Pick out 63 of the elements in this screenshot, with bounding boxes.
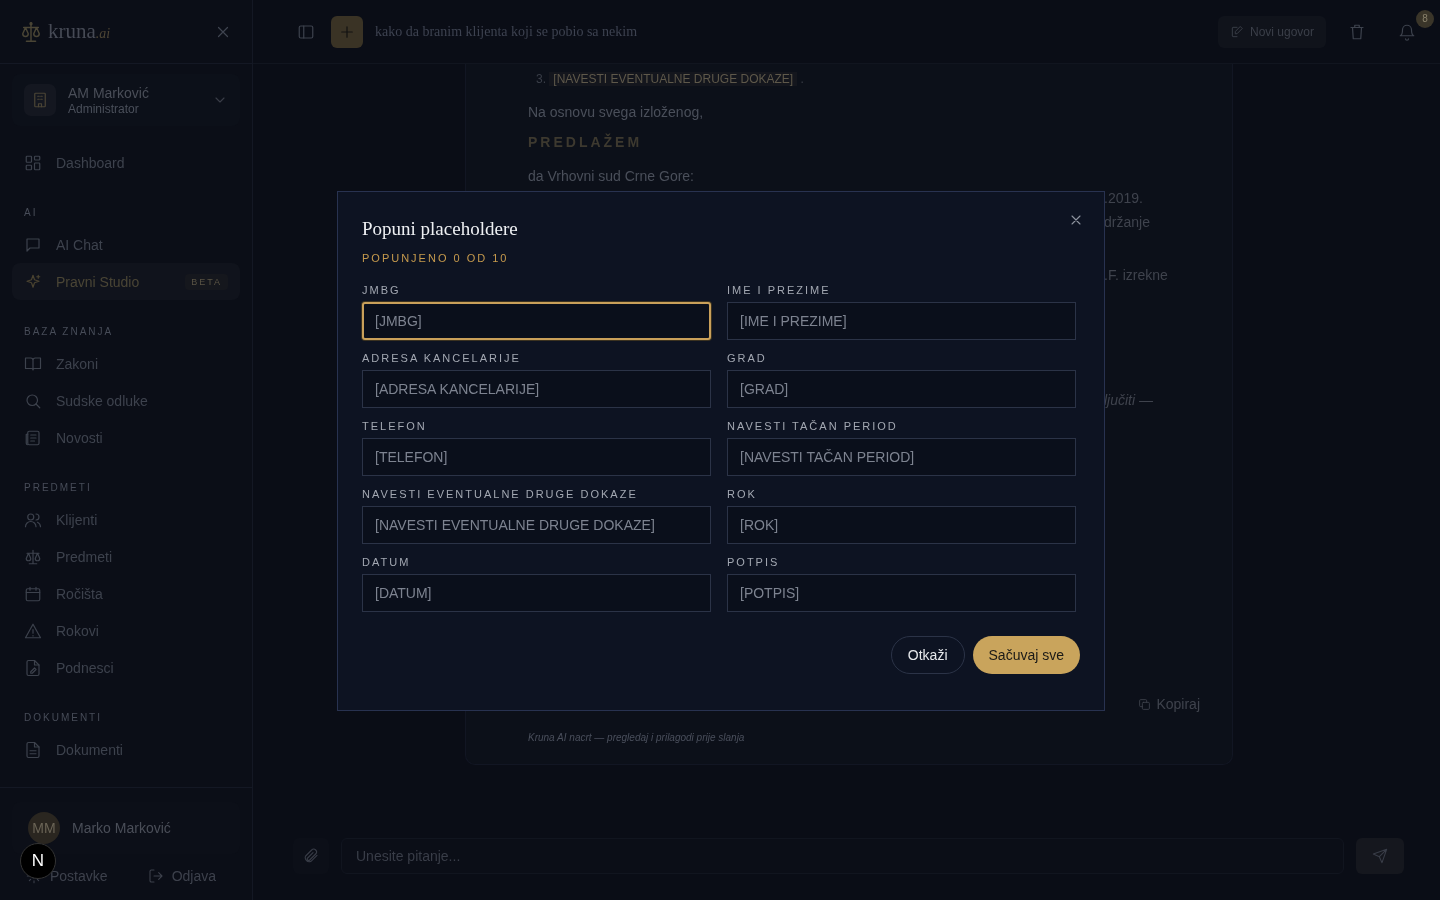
input-field[interactable]: [IME I PREZIME] (727, 302, 1076, 340)
calendar-icon (24, 584, 42, 603)
paperclip-icon (303, 848, 319, 864)
field-label: GRAD (727, 352, 768, 364)
grid-icon (24, 153, 42, 172)
field-label: JMBG (362, 284, 402, 296)
section-heading: BAZA ZNANJA (23, 325, 115, 339)
beta-badge: BETA (185, 273, 228, 290)
file-icon (24, 740, 42, 759)
panel-icon (297, 22, 315, 41)
dialog-title: Popuni placeholdere (362, 218, 519, 240)
field-label: POTPIS (727, 556, 781, 568)
document-paragraph: Na osnovu svega izloženog, (528, 104, 705, 120)
scale-icon (24, 547, 42, 566)
trash-icon (1348, 22, 1366, 41)
disclaimer-text: Kruna AI nacrt — pregledaj i prilagodi prije slanja (528, 732, 746, 743)
organization-name: AM Marković (68, 84, 150, 101)
user-name: Marko Marković (72, 820, 171, 836)
search-icon (24, 391, 42, 410)
input-field[interactable]: [JMBG] (362, 302, 711, 340)
book-icon (24, 354, 42, 373)
chat-title: kako da branim klijenta koji se pobio sa nekim (375, 23, 638, 40)
send-button[interactable] (1356, 838, 1404, 874)
input-field[interactable]: [ADRESA KANCELARIJE] (362, 370, 711, 408)
logout-icon (147, 868, 164, 884)
user-avatar: MM (28, 812, 60, 844)
field-label: DATUM (362, 556, 412, 568)
input-field[interactable]: [POTPIS] (727, 574, 1076, 612)
file-pen-icon (24, 658, 42, 677)
sparkle-icon (24, 272, 42, 291)
input-field[interactable]: [GRAD] (727, 370, 1076, 408)
section-heading: DOKUMENTI (23, 711, 103, 725)
warning-icon (24, 621, 42, 640)
section-heading: PREDMETI (23, 481, 93, 495)
input-field[interactable]: [DATUM] (362, 574, 711, 612)
organization-role: Administrator (68, 101, 140, 116)
chat-bubble-icon (24, 235, 42, 254)
scale-logo-icon (20, 19, 42, 44)
notification-count: 8 (1416, 9, 1434, 28)
input-field[interactable]: [NAVESTI EVENTUALNE DRUGE DOKAZE] (362, 506, 711, 544)
field-label: TELEFON (362, 420, 428, 432)
bell-icon (1398, 22, 1416, 41)
input-field[interactable]: [TELEFON] (362, 438, 711, 476)
field-label: NAVESTI TAČAN PERIOD (727, 420, 899, 432)
save-button[interactable]: Sačuvaj sve (972, 636, 1080, 674)
field-label: IME I PREZIME (727, 284, 832, 296)
field-label: ADRESA KANCELARIJE (362, 352, 522, 364)
users-icon (24, 510, 42, 529)
logo-text: kruna.ai (48, 19, 111, 44)
progress-text: POPUNJENO 0 OD 10 (362, 252, 510, 264)
edit-icon (1229, 24, 1244, 39)
section-heading: AI (23, 206, 39, 220)
send-icon (1372, 848, 1388, 864)
input-field[interactable]: [NAVESTI TAČAN PERIOD] (727, 438, 1076, 476)
field-label: NAVESTI EVENTUALNE DRUGE DOKAZE (362, 488, 639, 500)
building-icon (31, 91, 49, 109)
document-paragraph: da Vrhovni sud Crne Gore: (528, 168, 695, 184)
newspaper-icon (24, 428, 42, 447)
new-chat-button[interactable] (331, 15, 363, 48)
sidebar-item[interactable]: Pravni Studio BETA (12, 263, 240, 300)
copy-icon (1138, 697, 1152, 711)
input-field[interactable]: [ROK] (727, 506, 1076, 544)
field-label: ROK (727, 488, 758, 500)
